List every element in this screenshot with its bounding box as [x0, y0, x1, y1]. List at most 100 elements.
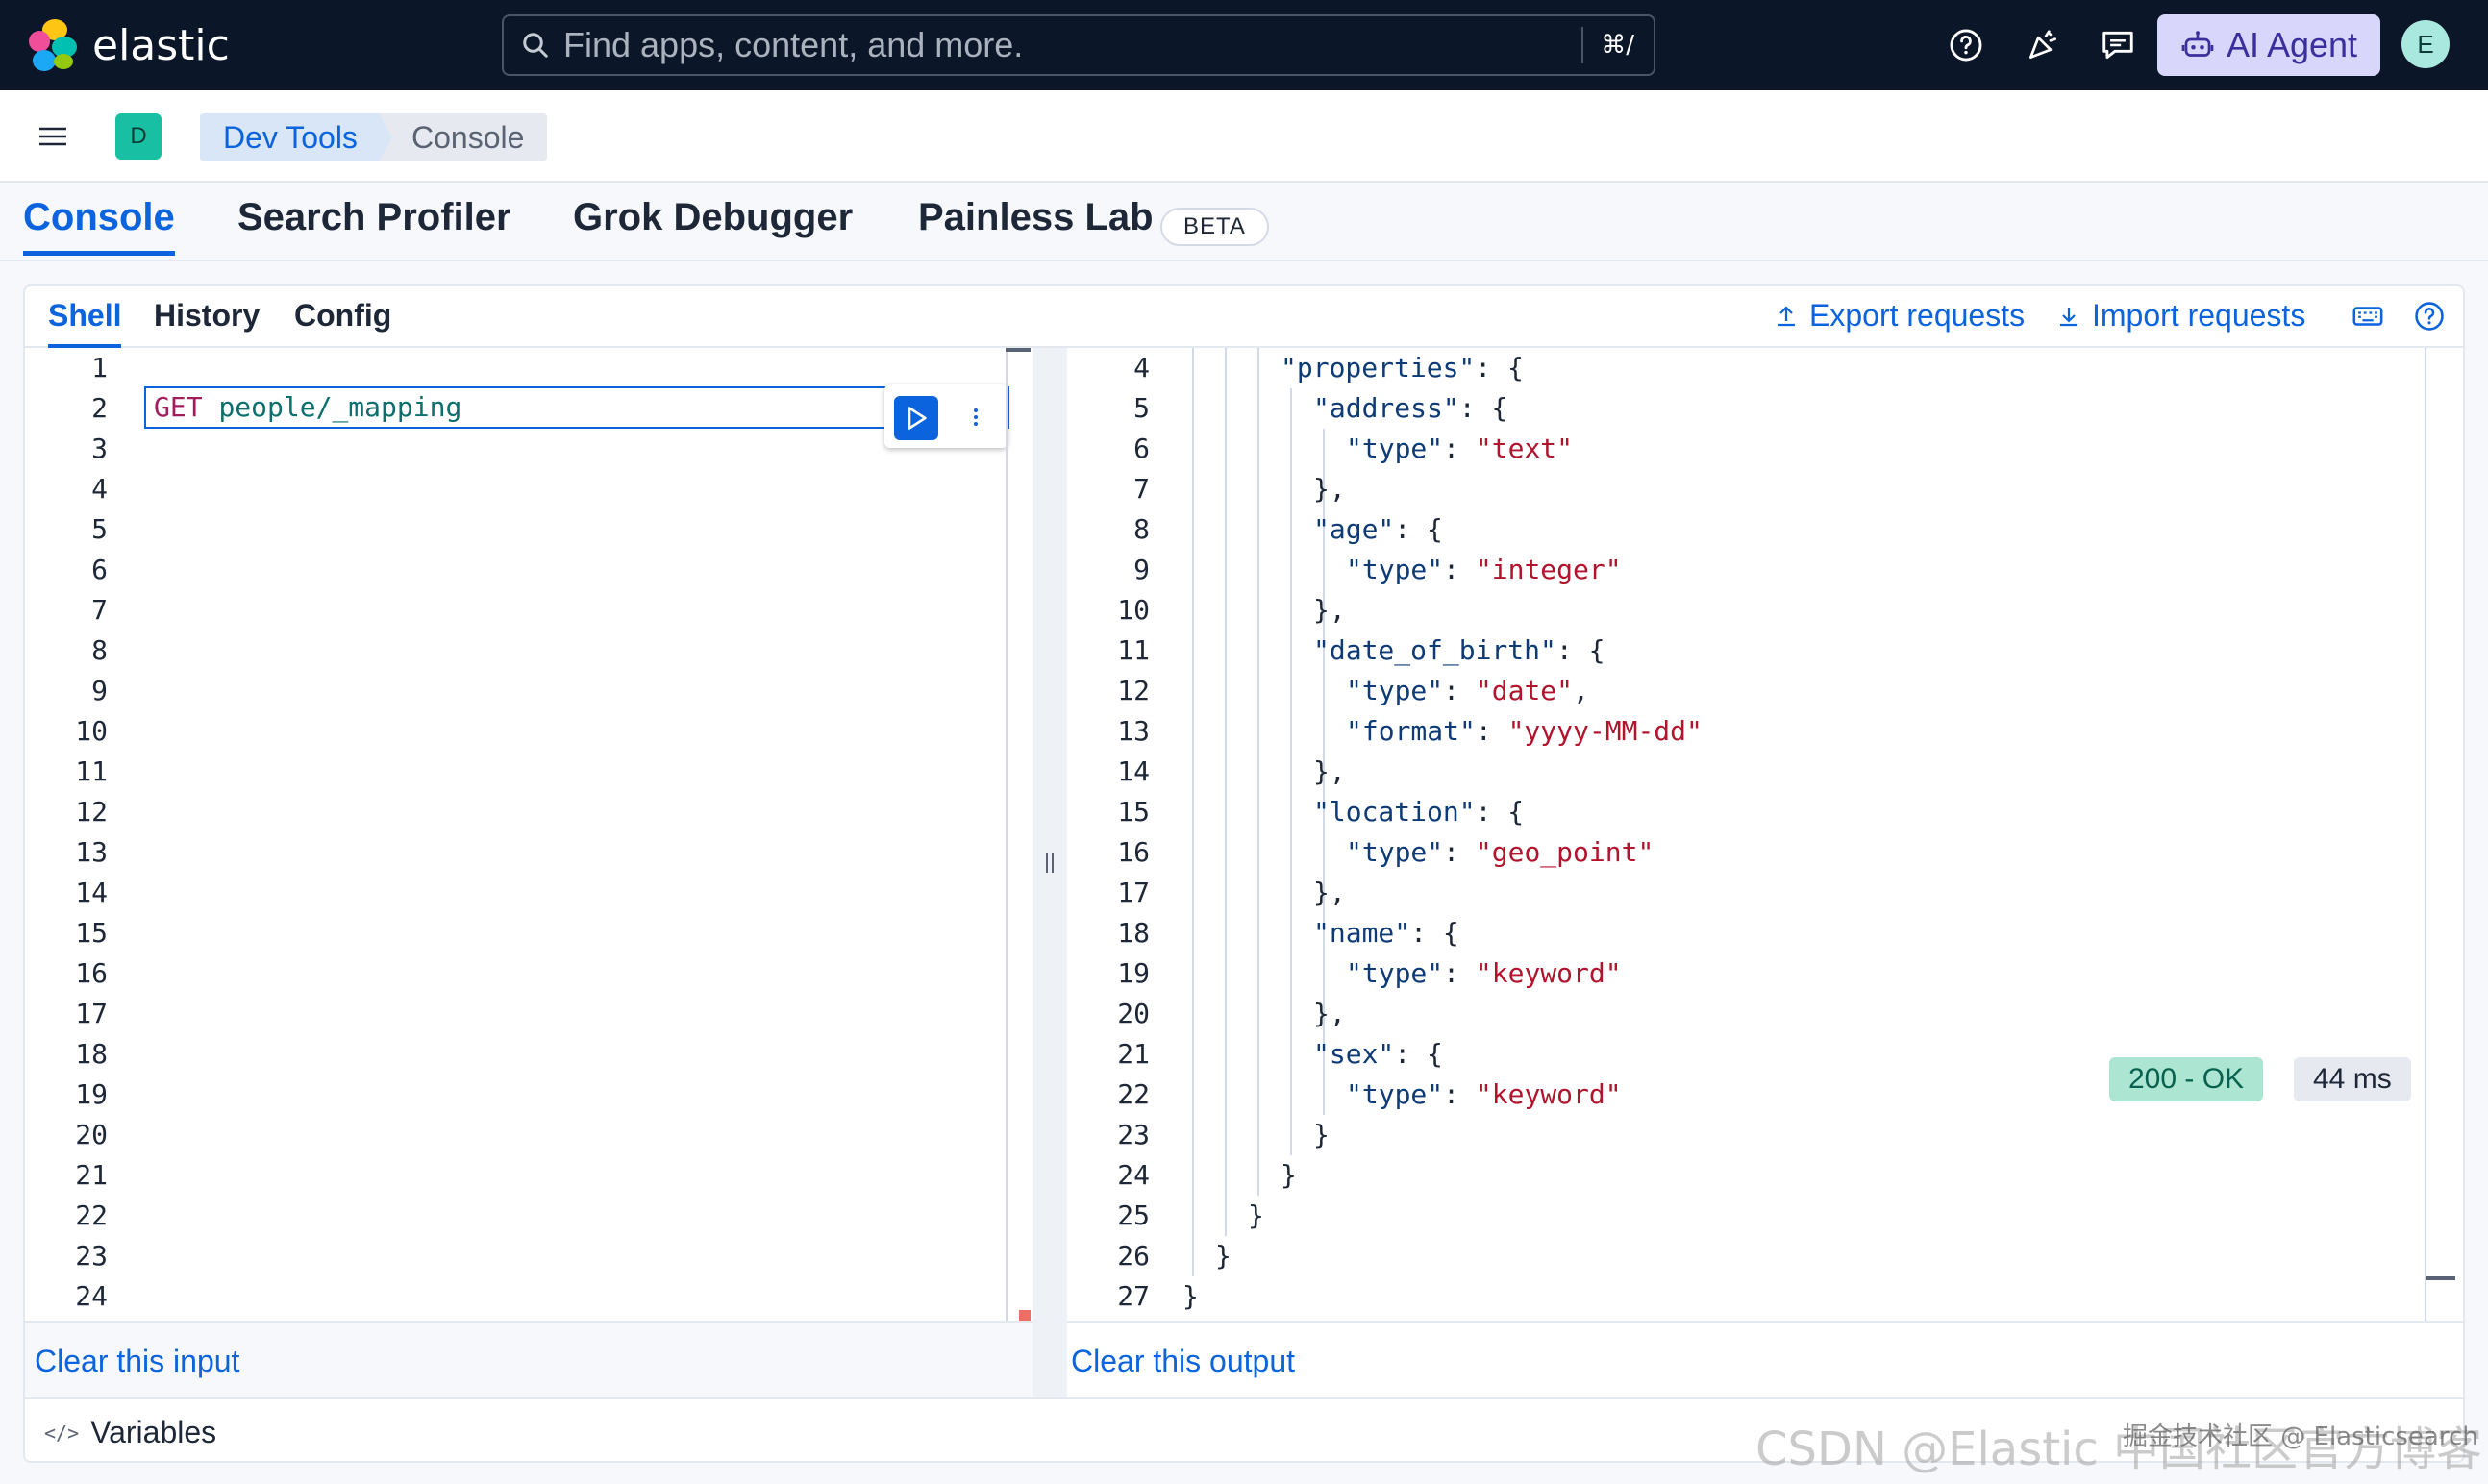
request-line[interactable]: GET people/_mapping [144, 386, 1009, 429]
tab-grok-debugger[interactable]: Grok Debugger [573, 196, 853, 256]
line-number: 8 [91, 634, 108, 666]
resize-handle-icon[interactable] [1042, 852, 1057, 875]
line-number: 26 [1117, 1240, 1150, 1272]
tab-console[interactable]: Console [23, 196, 175, 256]
output-scroll-thumb[interactable] [2426, 1276, 2455, 1280]
editor-scroll-thumb[interactable] [1006, 348, 1031, 352]
juejin-watermark: 掘金技术社区 @ Elasticsearch [2123, 1422, 2478, 1451]
space-avatar[interactable]: D [115, 113, 162, 160]
json-key: "type" [1346, 675, 1444, 706]
json-key: "name" [1313, 917, 1411, 949]
line-number: 5 [91, 513, 108, 545]
send-request-button[interactable] [894, 396, 938, 440]
json-line: } [1248, 1200, 1264, 1231]
robot-icon [2181, 31, 2214, 57]
line-number: 8 [1133, 513, 1150, 545]
json-line: } [1313, 1119, 1330, 1150]
dev-tools-tabs: Console Search Profiler Grok Debugger Pa… [0, 183, 2488, 261]
request-actions [884, 384, 1008, 448]
response-time-badge: 44 ms [2294, 1057, 2411, 1101]
json-line: }, [1313, 998, 1346, 1029]
json-key: "properties" [1281, 352, 1476, 383]
whats-new-icon[interactable] [2025, 27, 2061, 63]
tab-painless-lab[interactable]: Painless Lab [918, 196, 1154, 256]
json-line: "type": "text" [1346, 433, 1574, 464]
json-key: "type" [1346, 836, 1444, 868]
editor-scrollbar[interactable] [1006, 348, 1033, 1321]
line-number: 7 [1133, 473, 1150, 505]
line-number: 4 [91, 473, 108, 505]
line-number: 14 [75, 877, 108, 908]
tab-config[interactable]: Config [294, 298, 391, 348]
keyboard-shortcuts-icon[interactable] [2351, 300, 2384, 333]
breadcrumb-dev-tools[interactable]: Dev Tools [200, 113, 400, 161]
ai-agent-label: AI Agent [2226, 25, 2358, 64]
line-number: 16 [75, 957, 108, 989]
line-number: 13 [75, 836, 108, 868]
request-editor[interactable]: 1 2 3 4 5 6 7 8 9 10 11 12 13 14 15 16 17 18 19 20 21 22 23 24 … [25, 348, 1033, 1343]
json-line: "type": "date", [1346, 675, 1589, 706]
search-input[interactable] [563, 25, 1582, 65]
indent-guide [1257, 348, 1259, 1196]
line-number: 24 [1117, 1159, 1150, 1191]
elastic-logo[interactable]: elastic [29, 19, 230, 71]
json-string-value: "integer" [1475, 554, 1622, 585]
line-number: 18 [75, 1038, 108, 1070]
line-number: 18 [1117, 917, 1150, 949]
line-number: 15 [1117, 796, 1150, 828]
global-search[interactable]: ⌘/ [502, 14, 1655, 76]
json-key: "type" [1346, 1078, 1444, 1110]
ai-agent-button[interactable]: AI Agent [2157, 14, 2380, 76]
import-icon [2060, 307, 2077, 326]
code-icon: </> [44, 1421, 80, 1445]
response-output[interactable]: 4 5 6 7 8 9 10 11 12 13 14 15 16 17 18 19 20 21 22 23 24 25 26… [1067, 348, 2463, 1321]
json-line: }, [1313, 755, 1346, 787]
line-number: 12 [75, 796, 108, 828]
json-line: "type": "integer" [1346, 554, 1622, 585]
json-line: } [1281, 1159, 1297, 1191]
clear-output-button[interactable]: Clear this output [1071, 1344, 1295, 1379]
request-method: GET [154, 391, 203, 423]
export-requests-button[interactable]: Export requests [1775, 298, 2025, 334]
help-icon[interactable] [1948, 27, 1984, 63]
output-scrollbar[interactable] [2425, 348, 2426, 1321]
hamburger-menu-icon[interactable] [37, 125, 69, 148]
line-number: 20 [1117, 998, 1150, 1029]
line-number: 9 [1133, 554, 1150, 585]
variables-toggle[interactable]: </> Variables [44, 1415, 216, 1450]
indent-guide [1192, 348, 1194, 1276]
user-avatar[interactable]: E [2401, 20, 2450, 68]
json-key: "date_of_birth" [1313, 634, 1556, 666]
output-footer: Clear this output [1067, 1321, 2463, 1397]
help-icon[interactable] [2413, 300, 2446, 333]
line-number: 7 [91, 594, 108, 626]
json-string-value: "keyword" [1475, 1078, 1622, 1110]
export-icon [1778, 305, 1795, 326]
json-string-value: "text" [1475, 433, 1574, 464]
json-line: }, [1313, 594, 1346, 626]
import-requests-button[interactable]: Import requests [2057, 298, 2305, 334]
line-number: 19 [1117, 957, 1150, 989]
request-options-button[interactable] [961, 398, 990, 436]
json-line: "age": { [1313, 513, 1443, 545]
beta-badge: BETA [1160, 208, 1269, 246]
json-key: "type" [1346, 554, 1444, 585]
tab-history[interactable]: History [154, 298, 260, 348]
input-footer: Clear this input [25, 1321, 1033, 1397]
line-number: 13 [1117, 715, 1150, 747]
feedback-icon[interactable] [2100, 27, 2136, 63]
json-line: } [1215, 1240, 1232, 1272]
line-number: 19 [75, 1078, 108, 1110]
json-line: "properties": { [1281, 352, 1524, 383]
json-string-value: "yyyy-MM-dd" [1507, 715, 1703, 747]
tab-shell[interactable]: Shell [48, 298, 122, 348]
clear-input-button[interactable]: Clear this input [35, 1344, 239, 1379]
json-line: "location": { [1313, 796, 1525, 828]
input-line-numbers: 1 2 3 4 5 6 7 8 9 10 11 12 13 14 15 16 17 18 19 20 21 22 23 24 [25, 348, 121, 1321]
json-line: "type": "keyword" [1346, 1078, 1622, 1110]
line-number: 15 [75, 917, 108, 949]
json-line: "type": "keyword" [1346, 957, 1622, 989]
tab-search-profiler[interactable]: Search Profiler [237, 196, 511, 256]
json-key: "type" [1346, 433, 1444, 464]
line-number: 21 [75, 1159, 108, 1191]
